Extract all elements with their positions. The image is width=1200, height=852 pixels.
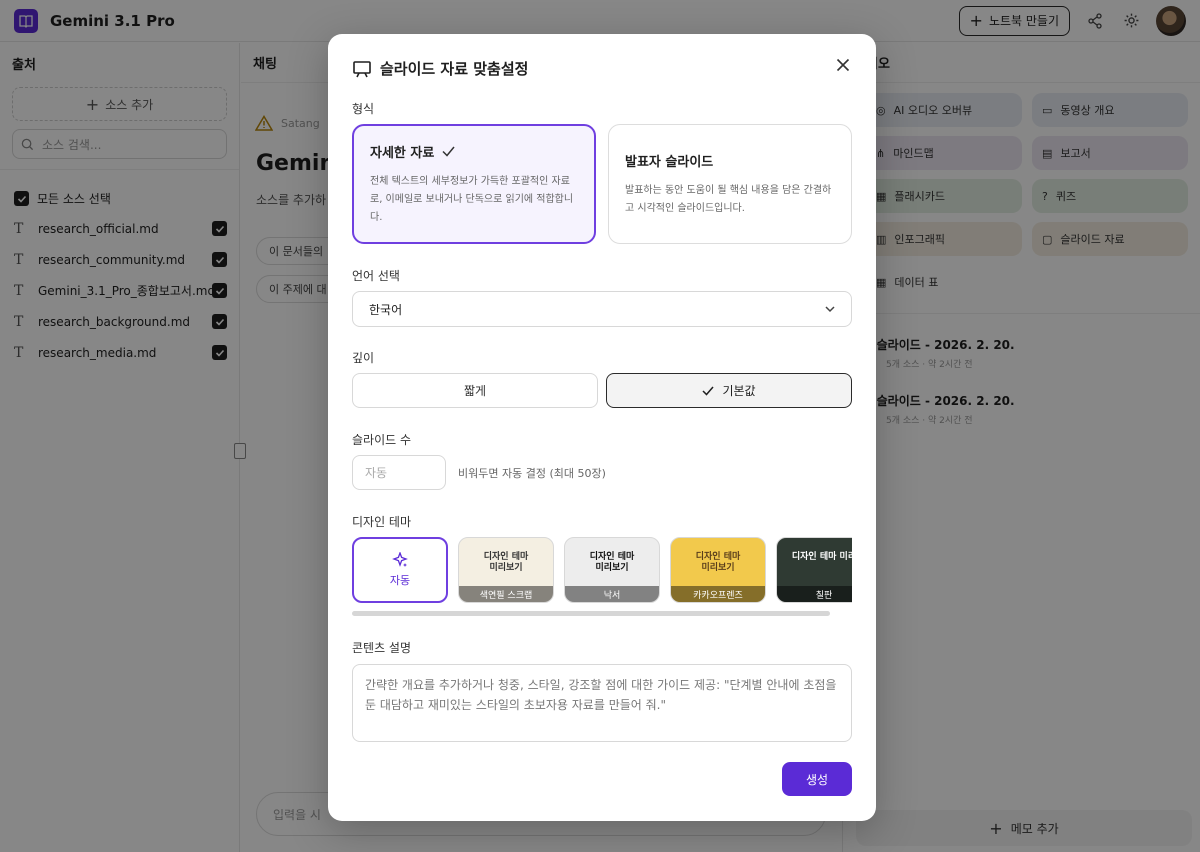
generate-button[interactable]: 생성 bbox=[782, 762, 852, 796]
slide-count-placeholder: 자동 bbox=[365, 466, 388, 480]
theme-preview-text: 디자인 테마 미리보기 bbox=[589, 552, 635, 573]
format-title: 자세한 자료 bbox=[370, 146, 435, 161]
format-option-detailed[interactable]: 자세한 자료 전체 텍스트의 세부정보가 가득한 포괄적인 자료로, 이메일로 … bbox=[352, 124, 596, 244]
theme-preview-text: 디자인 테마 미리보기 bbox=[483, 552, 529, 573]
presentation-icon bbox=[353, 60, 371, 77]
slide-count-label: 슬라이드 수 bbox=[352, 433, 412, 447]
theme-name: 자동 bbox=[389, 574, 411, 587]
dialog-title: 슬라이드 자료 맞춤설정 bbox=[380, 60, 529, 78]
language-select[interactable]: 한국어 bbox=[352, 291, 852, 327]
theme-preview-text: 디자인 테마 미리보기 bbox=[695, 552, 741, 573]
theme-option-auto[interactable]: 자동 bbox=[352, 537, 448, 603]
content-description-textarea[interactable]: 간략한 개요를 추가하거나 청중, 스타일, 강조할 점에 대한 가이드 제공:… bbox=[352, 664, 852, 742]
slide-count-hint: 비워두면 자동 결정 (최대 50장) bbox=[458, 467, 606, 480]
sparkle-icon bbox=[392, 552, 408, 567]
close-icon[interactable] bbox=[832, 54, 854, 76]
slide-settings-dialog: 슬라이드 자료 맞춤설정 형식 자세한 자료 전체 텍스트의 세부정보가 가득한… bbox=[328, 34, 876, 821]
format-title: 발표자 슬라이드 bbox=[625, 155, 714, 170]
depth-option-label: 짧게 bbox=[463, 384, 487, 398]
theme-option-doodle[interactable]: 디자인 테마 미리보기 낙서 bbox=[564, 537, 660, 603]
theme-option-kakao-friends[interactable]: 디자인 테마 미리보기 카카오프렌즈 bbox=[670, 537, 766, 603]
content-label: 콘텐츠 설명 bbox=[352, 641, 412, 655]
theme-name: 색연필 스크랩 bbox=[459, 586, 553, 602]
format-description: 전체 텍스트의 세부정보가 가득한 포괄적인 자료로, 이메일로 보내거나 단독… bbox=[370, 176, 574, 223]
depth-option-default[interactable]: 기본값 bbox=[606, 373, 852, 408]
format-option-presenter[interactable]: 발표자 슬라이드 발표하는 동안 도움이 될 핵심 내용을 담은 간결하고 시각… bbox=[608, 124, 852, 244]
theme-option-chalkboard[interactable]: 디자인 테마 미리 칠판 bbox=[776, 537, 852, 603]
theme-label: 디자인 테마 bbox=[352, 515, 412, 529]
language-value: 한국어 bbox=[369, 302, 403, 317]
slide-count-input[interactable]: 자동 bbox=[352, 455, 446, 490]
depth-option-short[interactable]: 짧게 bbox=[352, 373, 598, 408]
theme-carousel: 자동 디자인 테마 미리보기 색연필 스크랩 디자인 테마 미리보기 낙서 디자… bbox=[352, 537, 852, 605]
chevron-down-icon bbox=[825, 305, 835, 312]
theme-name: 낙서 bbox=[565, 586, 659, 602]
check-icon bbox=[702, 386, 715, 396]
theme-name: 칠판 bbox=[777, 586, 852, 602]
language-label: 언어 선택 bbox=[352, 269, 400, 283]
theme-preview-text: 디자인 테마 미리 bbox=[791, 552, 852, 562]
depth-option-label: 기본값 bbox=[722, 384, 756, 398]
theme-option-colored-pencil[interactable]: 디자인 테마 미리보기 색연필 스크랩 bbox=[458, 537, 554, 603]
format-label: 형식 bbox=[352, 102, 375, 116]
theme-name: 카카오프렌즈 bbox=[671, 586, 765, 602]
depth-label: 깊이 bbox=[352, 351, 375, 365]
content-placeholder: 간략한 개요를 추가하거나 청중, 스타일, 강조할 점에 대한 가이드 제공:… bbox=[365, 678, 837, 712]
format-description: 발표하는 동안 도움이 될 핵심 내용을 담은 간결하고 시각적인 슬라이드입니… bbox=[625, 185, 832, 214]
dialog-header: 슬라이드 자료 맞춤설정 bbox=[352, 58, 528, 79]
check-icon bbox=[442, 146, 455, 157]
theme-scrollbar[interactable] bbox=[352, 611, 830, 616]
